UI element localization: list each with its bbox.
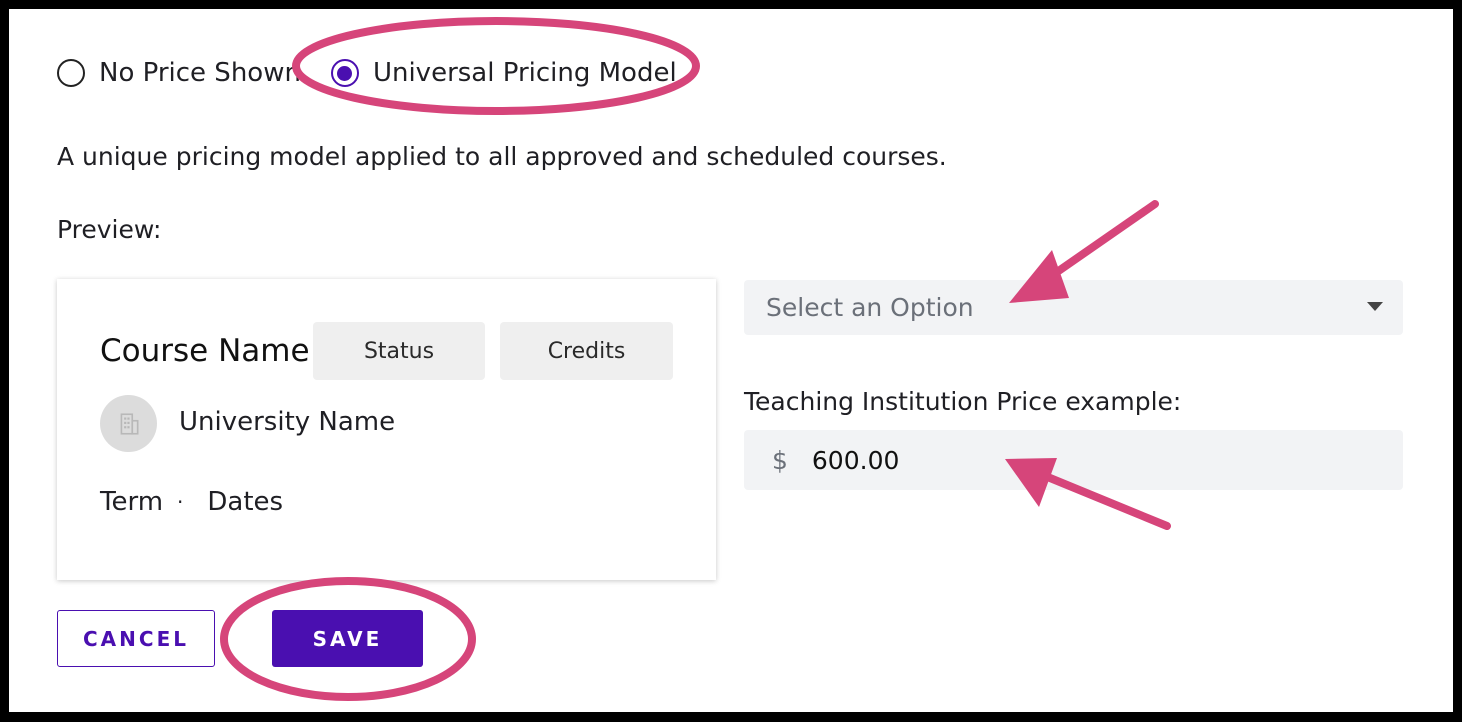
course-preview-card: Course Name Status Credits University Na… bbox=[57, 279, 716, 580]
pricing-radio-group: No Price Shown Universal Pricing Model bbox=[57, 49, 677, 97]
price-example-field[interactable]: $ 600.00 bbox=[744, 430, 1403, 490]
currency-prefix: $ bbox=[772, 445, 788, 475]
separator-dot: · bbox=[177, 490, 184, 514]
building-icon bbox=[120, 412, 138, 435]
radio-universal-label: Universal Pricing Model bbox=[372, 58, 677, 88]
radio-universal-pricing-model[interactable]: Universal Pricing Model bbox=[330, 58, 677, 88]
option-select[interactable]: Select an Option bbox=[744, 280, 1403, 335]
pricing-panel: No Price Shown Universal Pricing Model A… bbox=[9, 9, 1453, 712]
term-dates-row: Term · Dates bbox=[100, 487, 283, 517]
save-button[interactable]: SAVE bbox=[272, 610, 423, 667]
radio-unchecked-icon[interactable] bbox=[57, 59, 85, 87]
credits-chip: Credits bbox=[500, 322, 673, 380]
course-name: Course Name bbox=[100, 333, 310, 369]
cancel-button[interactable]: CANCEL bbox=[57, 610, 215, 667]
radio-no-price-shown[interactable]: No Price Shown bbox=[57, 58, 301, 88]
caret-down-icon[interactable] bbox=[1367, 302, 1383, 311]
dates-label: Dates bbox=[207, 487, 284, 517]
university-avatar bbox=[100, 395, 157, 452]
price-value[interactable]: 600.00 bbox=[812, 446, 899, 475]
price-example-label: Teaching Institution Price example: bbox=[744, 387, 1182, 416]
preview-heading: Preview: bbox=[57, 215, 162, 244]
university-name: University Name bbox=[179, 407, 396, 437]
status-chip: Status bbox=[313, 322, 485, 380]
radio-no-price-label: No Price Shown bbox=[99, 58, 301, 88]
select-placeholder: Select an Option bbox=[766, 293, 974, 322]
term-label: Term bbox=[100, 487, 164, 517]
pricing-description: A unique pricing model applied to all ap… bbox=[57, 142, 947, 171]
radio-checked-icon[interactable] bbox=[330, 59, 359, 87]
radio-dot bbox=[337, 65, 353, 81]
